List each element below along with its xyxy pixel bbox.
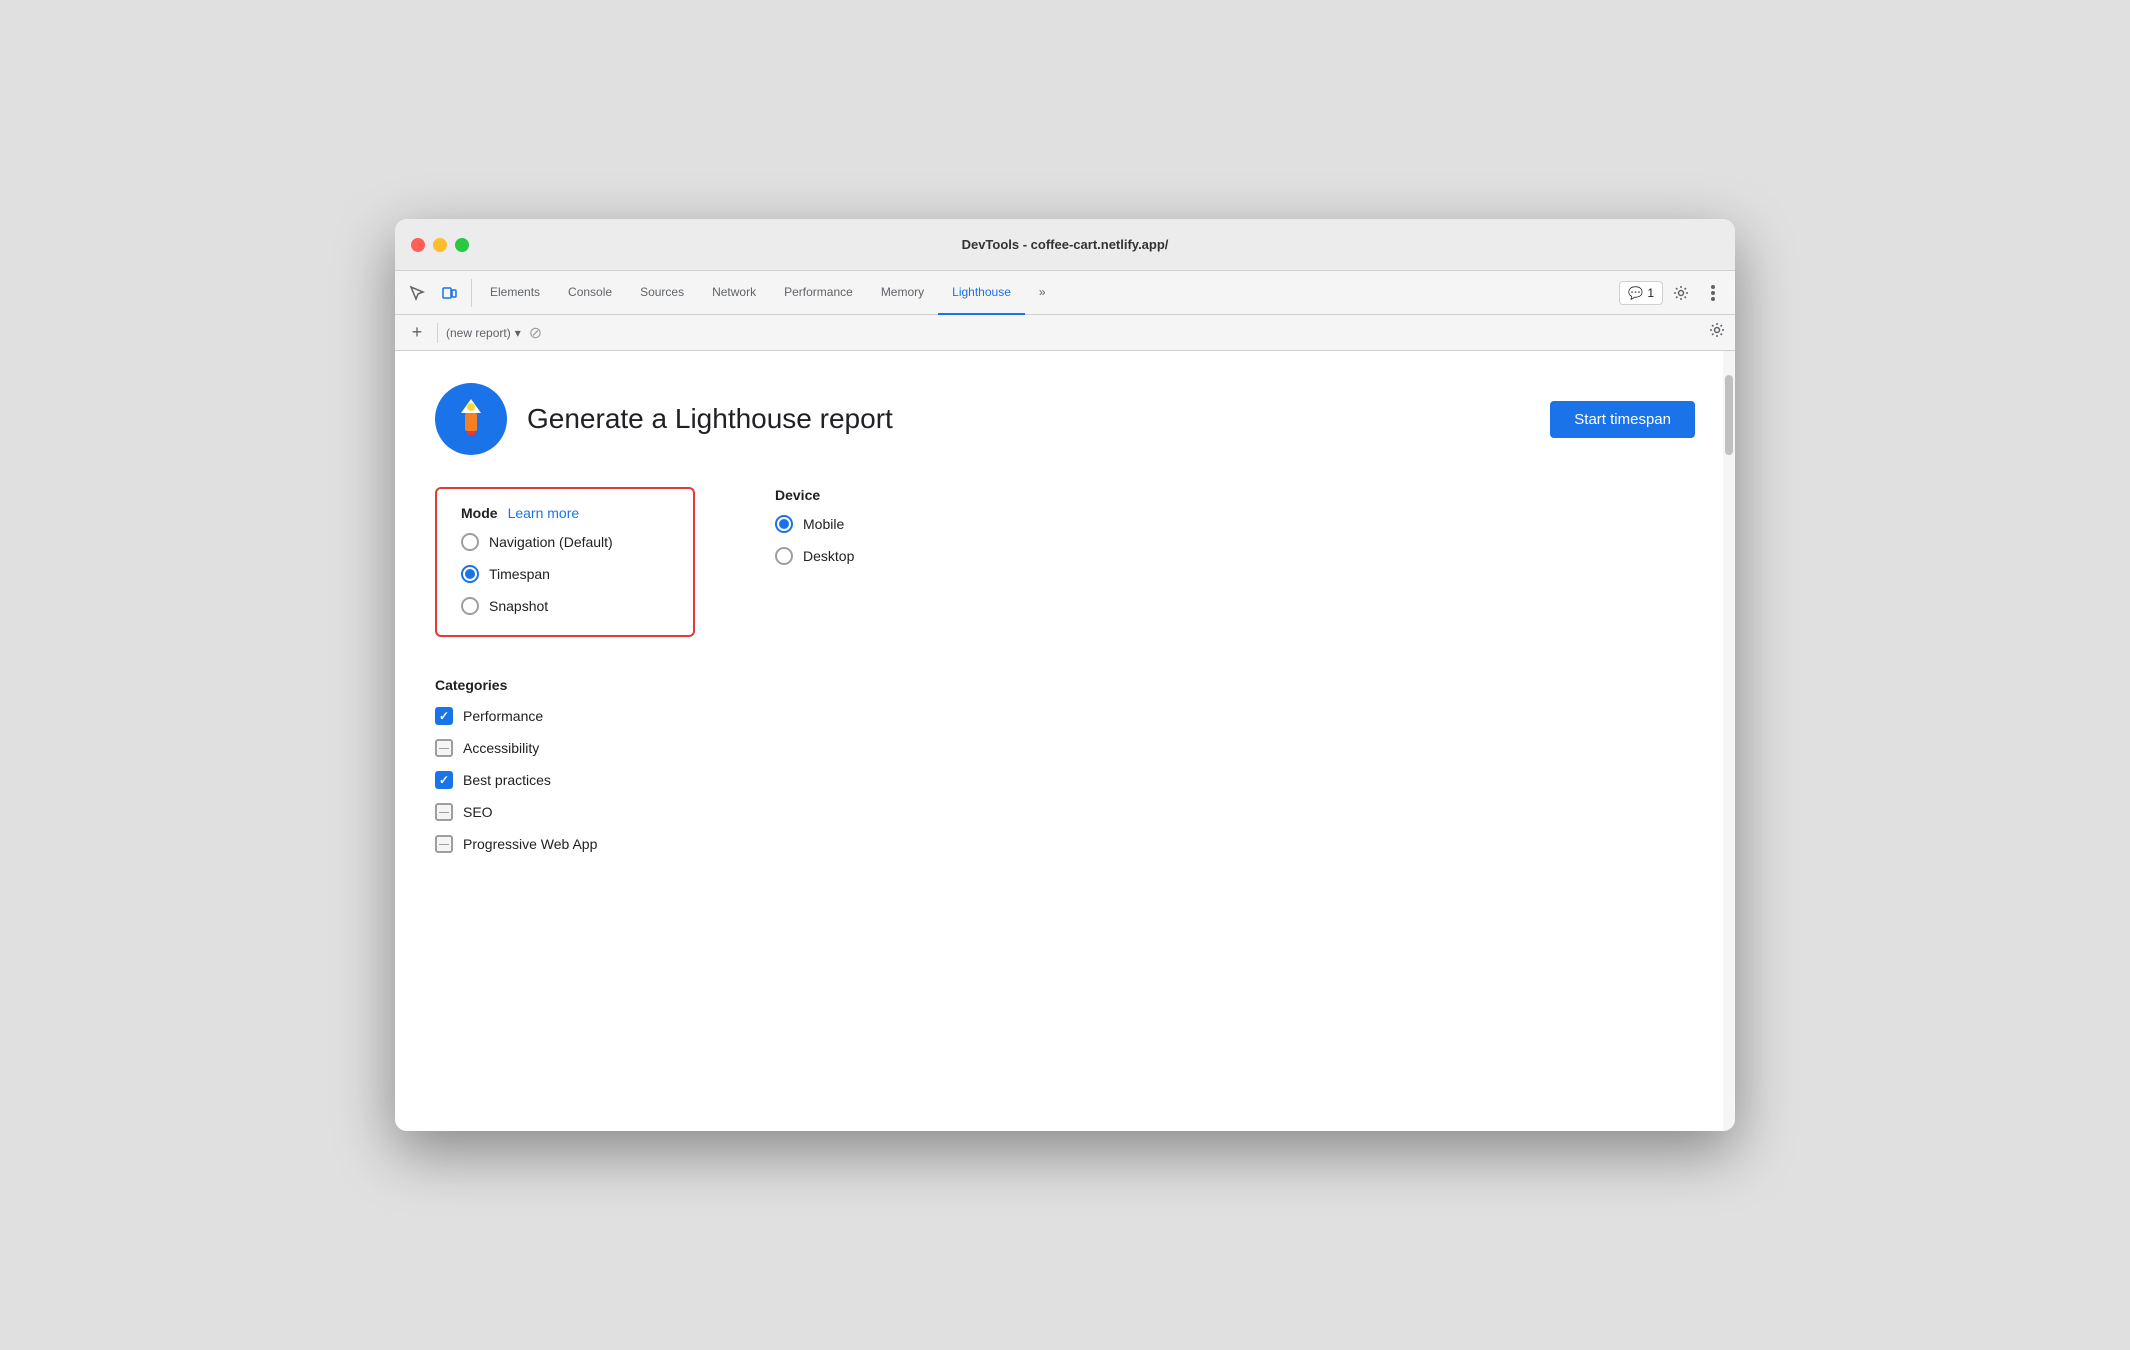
maximize-button[interactable] [455,238,469,252]
mode-navigation-label: Navigation (Default) [489,534,613,550]
mode-navigation-option[interactable]: Navigation (Default) [461,533,669,551]
category-performance[interactable]: Performance [435,707,1695,725]
toolbar-right: 💬 1 [1619,279,1727,307]
toolbar-icons [403,279,472,307]
category-seo-label: SEO [463,804,493,820]
report-title-area: Generate a Lighthouse report [435,383,893,455]
mode-section: Mode Learn more Navigation (Default) Tim… [435,487,695,637]
device-mobile-radio[interactable] [775,515,793,533]
close-button[interactable] [411,238,425,252]
more-options-button[interactable] [1699,279,1727,307]
devtools-window: DevTools - coffee-cart.netlify.app/ Elem… [395,219,1735,1131]
category-pwa-checkbox[interactable] [435,835,453,853]
report-header: Generate a Lighthouse report Start times… [435,383,1695,455]
device-desktop-option[interactable]: Desktop [775,547,975,565]
mode-timespan-option[interactable]: Timespan [461,565,669,583]
mode-snapshot-option[interactable]: Snapshot [461,597,669,615]
add-report-button[interactable]: + [405,321,429,345]
category-pwa[interactable]: Progressive Web App [435,835,1695,853]
device-mobile-option[interactable]: Mobile [775,515,975,533]
tab-network[interactable]: Network [698,271,770,315]
devtools-toolbar: Elements Console Sources Network Perform… [395,271,1735,315]
feedback-button[interactable]: 💬 1 [1619,281,1663,305]
category-performance-label: Performance [463,708,543,724]
report-selector[interactable]: (new report) ▾ [446,326,521,340]
nav-tabs: Elements Console Sources Network Perform… [476,271,1619,315]
traffic-lights [411,238,469,252]
report-title: Generate a Lighthouse report [527,403,893,435]
mode-timespan-label: Timespan [489,566,550,582]
feedback-icon: 💬 [1628,286,1643,300]
minimize-button[interactable] [433,238,447,252]
chevron-down-icon: ▾ [515,326,521,340]
category-accessibility[interactable]: Accessibility [435,739,1695,757]
title-bar: DevTools - coffee-cart.netlify.app/ [395,219,1735,271]
learn-more-link[interactable]: Learn more [508,505,580,521]
tab-sources[interactable]: Sources [626,271,698,315]
tab-elements[interactable]: Elements [476,271,554,315]
window-title: DevTools - coffee-cart.netlify.app/ [962,237,1169,252]
category-seo-checkbox[interactable] [435,803,453,821]
mode-label: Mode [461,505,498,521]
mode-section-label: Mode Learn more [461,505,669,521]
mode-navigation-radio[interactable] [461,533,479,551]
tab-performance[interactable]: Performance [770,271,867,315]
toolbar-divider [437,323,438,343]
scrollbar-thumb[interactable] [1725,375,1733,455]
secondary-toolbar: + (new report) ▾ ⊘ [395,315,1735,351]
device-section-label: Device [775,487,975,503]
config-row: Mode Learn more Navigation (Default) Tim… [435,487,1695,637]
category-best-practices[interactable]: Best practices [435,771,1695,789]
tab-more[interactable]: » [1025,271,1060,315]
device-mobile-label: Mobile [803,516,844,532]
category-accessibility-checkbox[interactable] [435,739,453,757]
category-performance-checkbox[interactable] [435,707,453,725]
device-label: Device [775,487,820,503]
settings-button[interactable] [1667,279,1695,307]
mode-snapshot-label: Snapshot [489,598,548,614]
category-best-practices-label: Best practices [463,772,551,788]
lighthouse-logo [435,383,507,455]
feedback-count: 1 [1647,286,1654,300]
report-selector-label: (new report) [446,326,511,340]
secondary-settings-icon[interactable] [1709,322,1725,343]
cancel-icon[interactable]: ⊘ [529,323,542,343]
scrollbar[interactable] [1723,351,1735,1131]
category-seo[interactable]: SEO [435,803,1695,821]
tab-memory[interactable]: Memory [867,271,938,315]
mode-timespan-radio[interactable] [461,565,479,583]
device-section: Device Mobile Desktop [775,487,975,637]
categories-label: Categories [435,677,1695,693]
device-desktop-radio[interactable] [775,547,793,565]
device-desktop-label: Desktop [803,548,854,564]
mode-snapshot-radio[interactable] [461,597,479,615]
tab-console[interactable]: Console [554,271,626,315]
category-best-practices-checkbox[interactable] [435,771,453,789]
categories-section: Categories Performance Accessibility Bes… [435,677,1695,853]
category-accessibility-label: Accessibility [463,740,539,756]
device-toggle-button[interactable] [435,279,463,307]
main-content: Generate a Lighthouse report Start times… [395,351,1735,1131]
category-pwa-label: Progressive Web App [463,836,597,852]
tab-lighthouse[interactable]: Lighthouse [938,271,1025,315]
inspect-element-button[interactable] [403,279,431,307]
start-timespan-button[interactable]: Start timespan [1550,401,1695,438]
